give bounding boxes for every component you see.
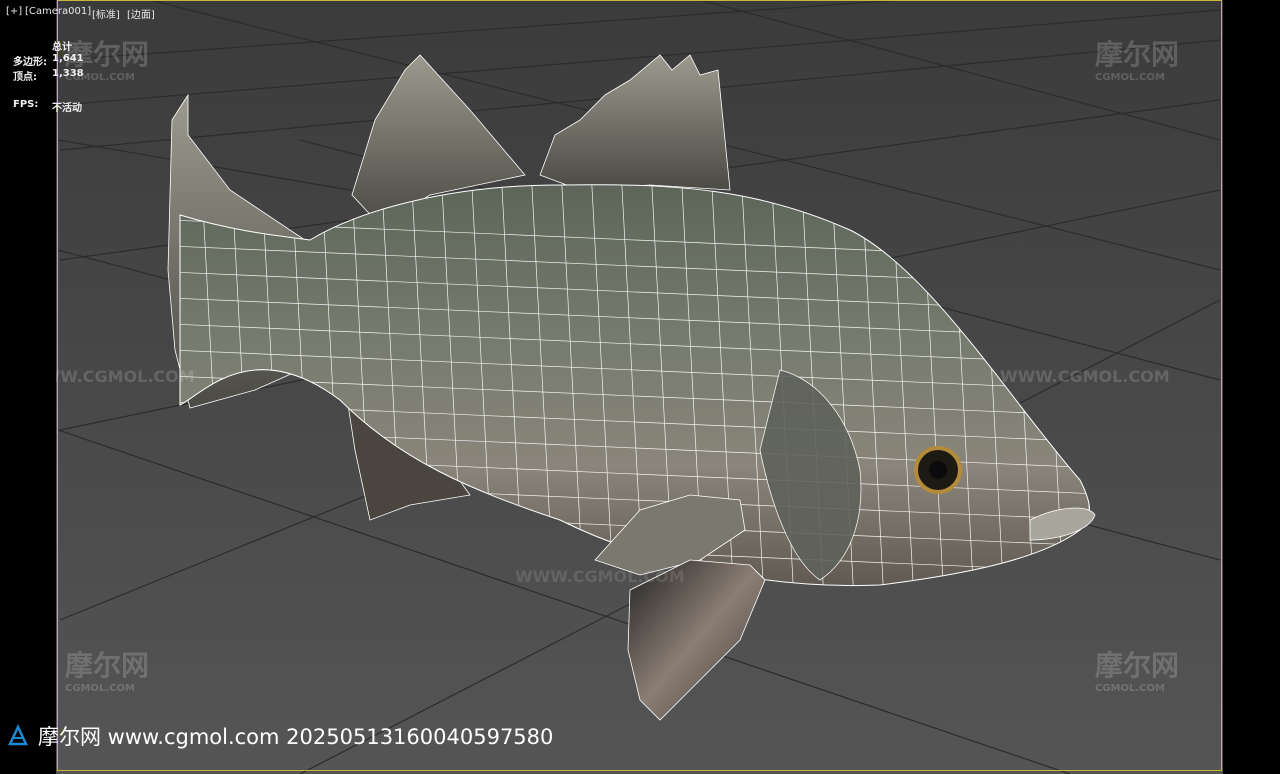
viewport-camera-menu[interactable]: [Camera001]	[25, 6, 91, 17]
stats-total-label: 总计	[52, 42, 72, 53]
watermark-layer: 摩尔网CGMOL.COM摩尔网CGMOL.COM摩尔网CGMOL.COM摩尔网C…	[25, 38, 1179, 694]
viewport-edges-menu[interactable]: [边面]	[127, 6, 155, 21]
left-margin	[0, 0, 56, 774]
cgmol-logo-icon	[8, 724, 28, 746]
watermark-brand-url: CGMOL.COM	[65, 683, 135, 694]
watermark-site-right: WWW.CGMOL.COM	[1000, 367, 1170, 386]
stats-verts-label: 顶点:	[13, 72, 37, 83]
watermark-brand: 摩尔网	[65, 649, 149, 682]
stats-polys-label: 多边形:	[13, 57, 47, 68]
3d-viewport[interactable]: 摩尔网 CGMOL.COM 摩尔网 CGMOL.COM 摩尔网 CGMOL.COM 摩尔网 C…	[0, 0, 1280, 774]
stats-polys-value: 1,641	[52, 53, 84, 64]
viewport-shading-menu[interactable]: [标准]	[92, 6, 120, 21]
bottom-watermark: 摩尔网 www.cgmol.com 20250513160040597580	[6, 722, 553, 750]
right-margin	[1223, 0, 1280, 774]
stats-fps-label: FPS:	[13, 99, 39, 110]
stats-verts-value: 1,338	[52, 68, 84, 79]
watermark-brand: 摩尔网	[1095, 649, 1179, 682]
watermark-brand-url: CGMOL.COM	[1095, 683, 1165, 694]
watermark-brand-url: CGMOL.COM	[1095, 72, 1165, 83]
watermark-brand: 摩尔网	[1095, 38, 1179, 71]
watermark-site-center: WWW.CGMOL.COM	[515, 567, 685, 586]
viewport-plus-menu[interactable]: [+]	[6, 6, 22, 17]
stats-fps-value: 不活动	[52, 103, 82, 114]
bottom-watermark-text: 摩尔网 www.cgmol.com 20250513160040597580	[38, 725, 554, 749]
